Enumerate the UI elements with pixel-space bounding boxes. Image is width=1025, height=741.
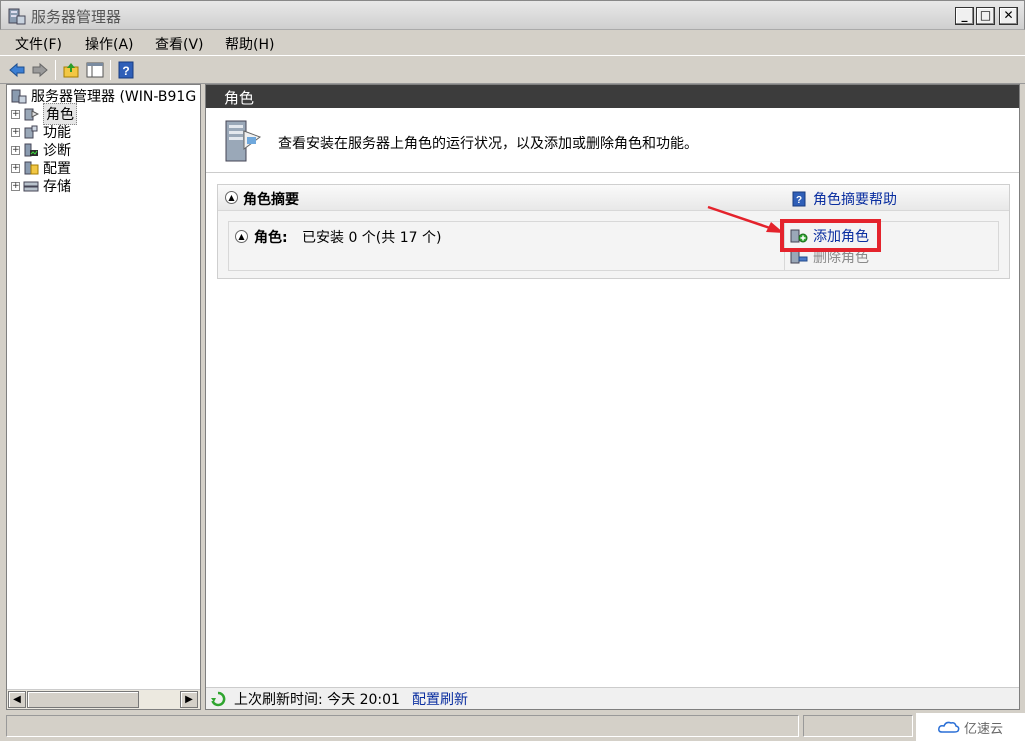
expand-icon[interactable]: + [11,127,20,137]
minimize-button[interactable]: _ [955,7,974,25]
content-pane: 角色 查看安装在服务器上角色的运行状况，以及添加或删除角色和功能。 ▲ 角色摘要… [205,84,1020,710]
help-icon[interactable]: ? [117,61,135,79]
up-level-icon[interactable] [62,61,80,79]
menu-action[interactable]: 操作(A) [85,34,134,54]
expand-icon[interactable]: + [11,163,20,173]
roles-count-value: 已安装 0 个(共 17 个) [302,230,442,246]
server-manager-icon [8,8,26,25]
roles-summary-header[interactable]: ▲ 角色摘要 ? 角色摘要帮助 [218,185,1009,211]
annotation-arrow [707,205,784,233]
annotation-highlight-box [780,219,881,252]
tree-item-label: 配置 [43,161,71,177]
tree-item-label: 存储 [43,179,71,195]
cloud-logo-icon [938,721,960,733]
scroll-left-icon[interactable]: ◀ [8,691,26,708]
storage-icon [23,181,39,192]
svg-text:?: ? [122,64,129,78]
watermark-text: 亿速云 [963,721,1003,737]
scroll-right-icon[interactable]: ▶ [180,691,198,708]
tree-item-roles[interactable]: + 角色 [11,103,77,125]
scroll-thumb[interactable] [27,691,139,708]
toolbar-separator [55,60,56,80]
forward-icon[interactable] [31,61,49,79]
expand-icon[interactable]: + [11,181,20,191]
roles-icon [24,108,39,121]
toolbar-separator [110,60,111,80]
close-button[interactable]: ✕ [999,7,1018,25]
window-title: 服务器管理器 [31,8,122,26]
content-header: 角色 [206,85,1019,108]
intro-panel: 查看安装在服务器上角色的运行状况，以及添加或删除角色和功能。 [206,109,1019,173]
last-refresh-text: 上次刷新时间: 今天 20:01 [234,691,400,708]
expand-icon[interactable]: + [11,109,20,119]
expand-icon[interactable]: + [11,145,20,155]
server-manager-icon [11,89,27,104]
back-icon[interactable] [8,61,26,79]
tree-item-storage[interactable]: + 存储 [11,177,71,195]
roles-label: 角色: [254,230,288,246]
roles-count-row: ▲ 角色: 已安装 0 个(共 17 个) 添加角色 删除角色 [228,221,999,271]
navigation-tree: 服务器管理器 (WIN-B91G + 角色 + 功能 + 诊断 + 配置 + 存… [6,84,201,710]
tree-item-features[interactable]: + 功能 [11,123,71,141]
roles-summary-title: 角色摘要 [243,192,299,208]
menu-help[interactable]: 帮助(H) [225,34,274,54]
menu-file[interactable]: 文件(F) [15,34,62,54]
tree-item-configuration[interactable]: + 配置 [11,159,71,177]
tree-horizontal-scrollbar[interactable]: ◀ ▶ [7,689,200,709]
help-link-label: 角色摘要帮助 [813,192,897,208]
collapse-icon[interactable]: ▲ [235,230,248,243]
tree-item-label: 诊断 [43,143,71,159]
roles-summary-help-link[interactable]: ? 角色摘要帮助 [792,189,897,209]
collapse-icon[interactable]: ▲ [225,191,238,204]
status-cell-secondary [803,715,913,737]
svg-text:?: ? [796,195,802,206]
configure-refresh-link[interactable]: 配置刷新 [412,689,468,709]
refresh-icon[interactable] [210,691,226,707]
features-icon [24,125,38,139]
maximize-button[interactable]: □ [976,7,995,25]
help-icon: ? [792,191,806,207]
diagnostics-icon [24,143,38,157]
refresh-status-bar: 上次刷新时间: 今天 20:01 配置刷新 [206,687,1019,709]
configuration-icon [24,161,39,175]
intro-description: 查看安装在服务器上角色的运行状况，以及添加或删除角色和功能。 [278,136,698,152]
menu-bar: 文件(F) 操作(A) 查看(V) 帮助(H) [0,30,1025,55]
show-hide-tree-icon[interactable] [86,61,104,79]
menu-view[interactable]: 查看(V) [155,34,204,54]
toolbar: ? [0,55,1025,84]
tree-item-label: 功能 [43,125,71,141]
watermark: 亿速云 [916,713,1025,741]
roles-summary-section: ▲ 角色摘要 ? 角色摘要帮助 ▲ 角色: 已安装 0 个(共 17 个) 添加… [217,184,1010,279]
tree-item-diagnostics[interactable]: + 诊断 [11,141,71,159]
title-bar: 服务器管理器 _ □ ✕ [0,0,1025,30]
tree-root-server-manager[interactable]: 服务器管理器 (WIN-B91G [11,87,196,105]
status-bar [0,713,1025,741]
server-roles-icon [225,120,262,162]
status-cell-main [6,715,799,737]
